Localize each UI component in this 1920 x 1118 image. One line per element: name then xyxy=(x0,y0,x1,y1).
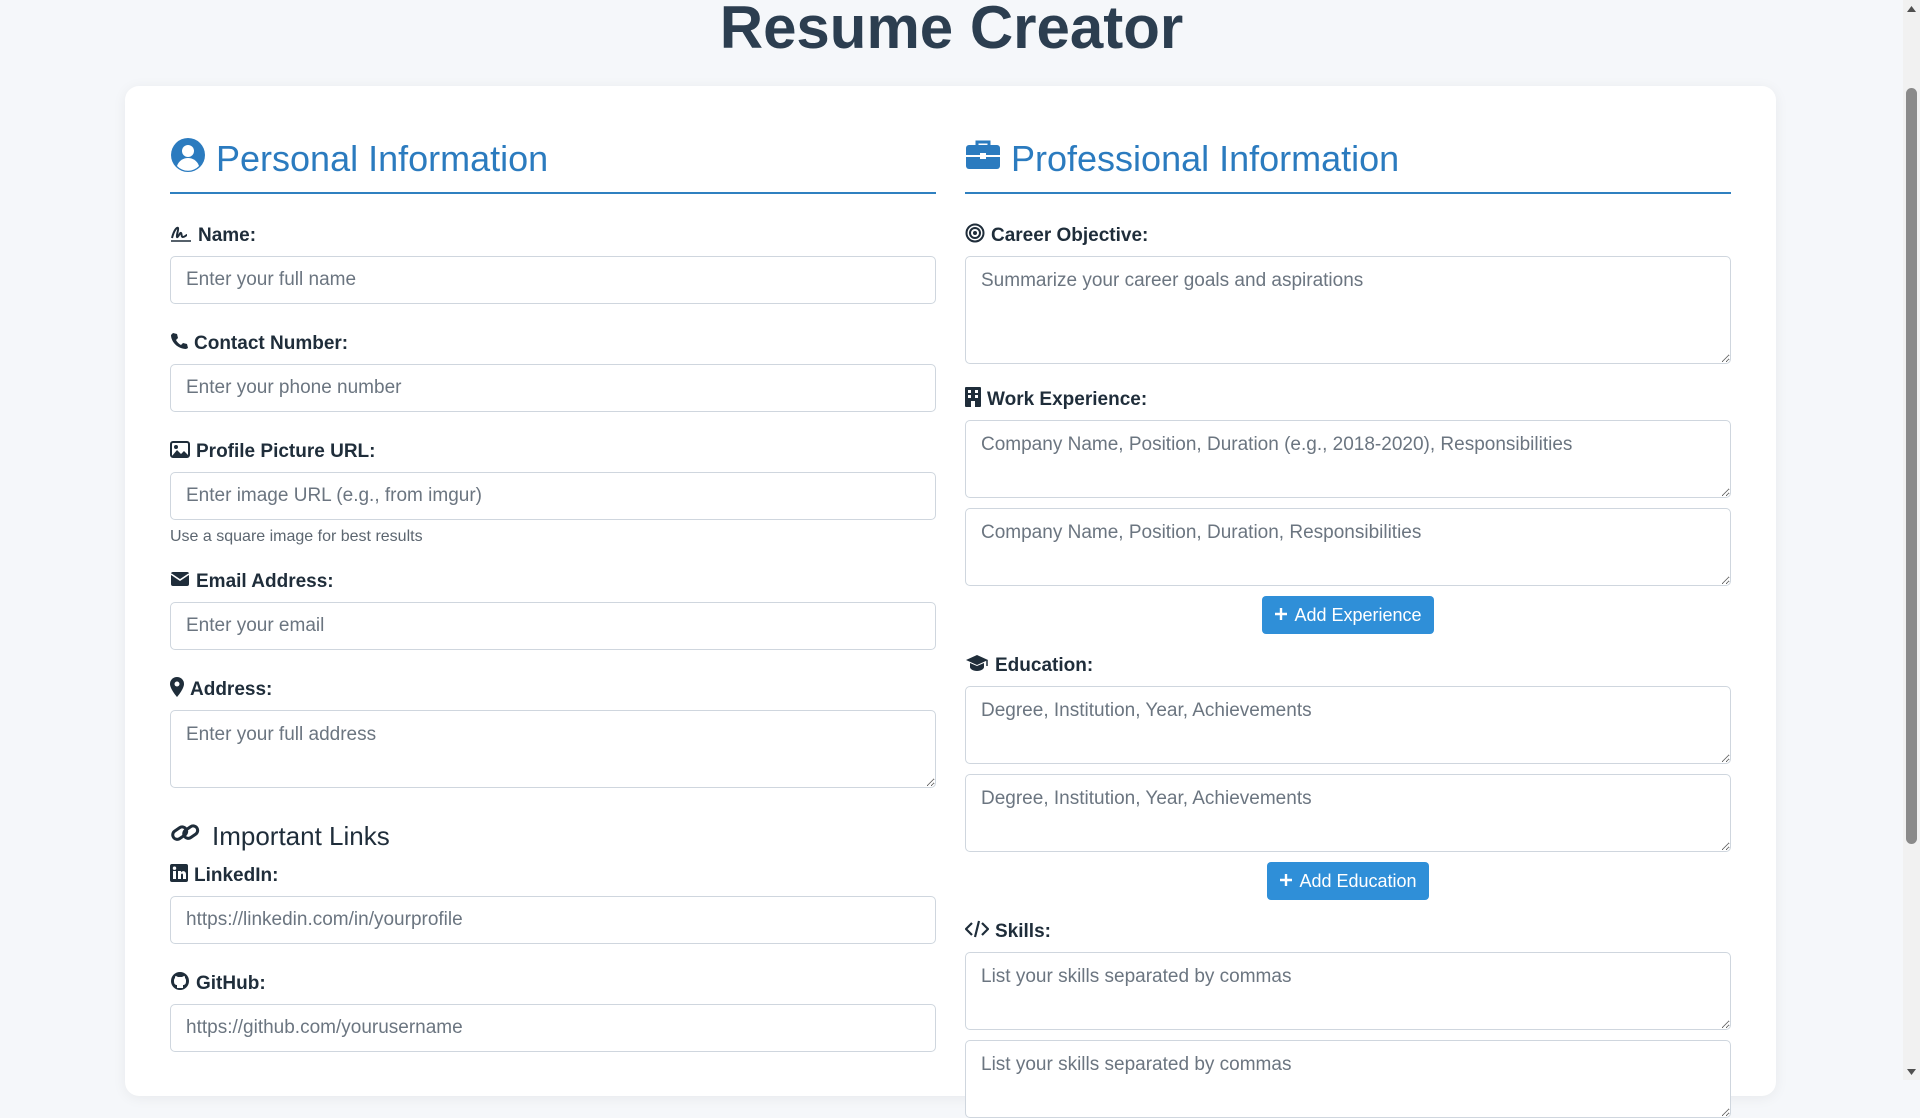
signature-icon xyxy=(170,224,192,248)
personal-information-header: Personal Information xyxy=(170,134,936,194)
linkedin-input[interactable] xyxy=(170,896,936,944)
user-circle-icon xyxy=(170,137,206,182)
code-icon xyxy=(964,920,990,944)
contact-number-input[interactable] xyxy=(170,364,936,412)
name-input[interactable] xyxy=(170,256,936,304)
graduation-cap-icon xyxy=(965,654,989,678)
phone-icon xyxy=(170,332,188,356)
email-input[interactable] xyxy=(170,602,936,650)
work-experience-label: Work Experience: xyxy=(965,387,1731,413)
profile-picture-label: Profile Picture URL: xyxy=(170,440,936,464)
scrollbar-thumb[interactable] xyxy=(1906,88,1917,844)
image-icon xyxy=(170,440,190,464)
contact-number-label: Contact Number: xyxy=(170,332,936,356)
scroll-down-arrow-icon[interactable] xyxy=(1903,1063,1920,1080)
page-scrollbar[interactable] xyxy=(1903,0,1920,1080)
profile-picture-url-input[interactable] xyxy=(170,472,936,520)
address-textarea[interactable] xyxy=(170,710,936,788)
briefcase-icon xyxy=(965,138,1001,180)
skills-textarea-1[interactable] xyxy=(965,952,1731,1030)
education-textarea-2[interactable] xyxy=(965,774,1731,852)
professional-information-title: Professional Information xyxy=(1011,138,1400,179)
profile-picture-hint: Use a square image for best results xyxy=(170,528,423,545)
bullseye-icon xyxy=(965,223,985,249)
envelope-icon xyxy=(170,571,190,593)
github-icon xyxy=(170,971,190,997)
add-experience-button[interactable]: Add Experience xyxy=(1262,596,1434,634)
work-experience-textarea-2[interactable] xyxy=(965,508,1731,586)
skills-label: Skills: xyxy=(964,920,1731,944)
link-icon xyxy=(170,820,200,853)
building-icon xyxy=(965,387,981,413)
page-title: Resume Creator xyxy=(719,0,1184,61)
career-objective-label: Career Objective: xyxy=(965,223,1731,249)
professional-information-header: Professional Information xyxy=(965,134,1731,194)
personal-information-title: Personal Information xyxy=(216,138,549,179)
professional-information-section: Professional Information Career Objectiv… xyxy=(964,134,1731,1118)
education-textarea-1[interactable] xyxy=(965,686,1731,764)
add-education-button[interactable]: Add Education xyxy=(1267,862,1429,900)
career-objective-textarea[interactable] xyxy=(965,256,1731,364)
linkedin-label: LinkedIn: xyxy=(170,864,936,888)
important-links-heading: Important Links xyxy=(170,820,936,852)
personal-information-section: Personal Information Name: Contact Numbe… xyxy=(170,134,936,1052)
email-label: Email Address: xyxy=(170,570,936,594)
github-input[interactable] xyxy=(170,1004,936,1052)
linkedin-icon xyxy=(170,864,188,888)
plus-icon xyxy=(1279,871,1293,892)
scroll-up-arrow-icon[interactable] xyxy=(1903,0,1920,17)
name-label: Name: xyxy=(170,224,936,248)
skills-textarea-2[interactable] xyxy=(965,1040,1731,1118)
resume-form-card: Personal Information Name: Contact Numbe… xyxy=(125,86,1776,1118)
plus-icon xyxy=(1274,605,1288,626)
map-marker-icon xyxy=(170,677,184,703)
work-experience-textarea-1[interactable] xyxy=(965,420,1731,498)
github-label: GitHub: xyxy=(170,972,936,996)
education-label: Education: xyxy=(965,654,1731,678)
address-label: Address: xyxy=(170,677,936,703)
